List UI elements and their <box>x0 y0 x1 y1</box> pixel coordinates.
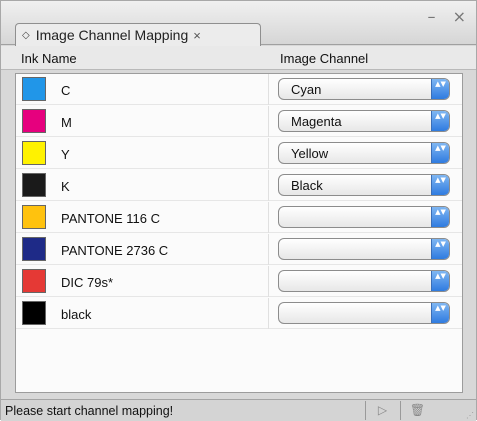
ink-name: PANTONE 116 C <box>61 211 160 226</box>
panel-title-bar: – × ◇ Image Channel Mapping × <box>1 1 476 46</box>
ink-swatch <box>22 205 46 229</box>
column-divider <box>268 234 269 265</box>
table-row[interactable]: black ▲▼ <box>16 298 462 329</box>
panel-menu-icon[interactable]: ◇ <box>22 30 30 41</box>
table-row[interactable]: K Black ▲▼ <box>16 170 462 201</box>
select-stepper-icon[interactable]: ▲▼ <box>431 143 449 163</box>
ink-name: C <box>61 83 71 98</box>
column-divider <box>268 298 269 329</box>
image-channel-value: Yellow <box>291 146 329 161</box>
select-stepper-icon[interactable]: ▲▼ <box>431 207 449 227</box>
image-channel-value: Magenta <box>291 114 342 129</box>
column-divider <box>268 74 269 105</box>
image-channel-select[interactable]: ▲▼ <box>278 302 450 324</box>
select-stepper-icon[interactable]: ▲▼ <box>431 111 449 131</box>
select-stepper-icon[interactable]: ▲▼ <box>431 271 449 291</box>
table-row[interactable]: M Magenta ▲▼ <box>16 106 462 137</box>
table-row[interactable]: Y Yellow ▲▼ <box>16 138 462 169</box>
ink-name: Y <box>61 147 70 162</box>
ink-name: M <box>61 115 72 130</box>
ink-name: K <box>61 179 70 194</box>
ink-name: black <box>61 307 92 322</box>
image-channel-select[interactable]: ▲▼ <box>278 270 450 292</box>
image-channel-select[interactable]: Magenta ▲▼ <box>278 110 450 132</box>
window-controls[interactable]: – × <box>428 7 473 26</box>
status-message: Please start channel mapping! <box>5 404 174 418</box>
column-divider <box>268 106 269 137</box>
image-channel-value: Black <box>291 178 323 193</box>
column-divider <box>268 170 269 201</box>
image-channel-value: Cyan <box>291 82 322 97</box>
ink-swatch <box>22 269 46 293</box>
tab-image-channel-mapping[interactable]: ◇ Image Channel Mapping × <box>15 23 261 46</box>
table-row[interactable]: DIC 79s* ▲▼ <box>16 266 462 297</box>
ink-swatch <box>22 173 46 197</box>
image-channel-select[interactable]: ▲▼ <box>278 206 450 228</box>
select-stepper-icon[interactable]: ▲▼ <box>431 303 449 323</box>
ink-channel-list: C Cyan ▲▼ M Magenta ▲▼ Y Yellow ▲▼ K Black ▲▼ PANTON… <box>15 73 463 393</box>
ink-swatch <box>22 141 46 165</box>
ink-swatch <box>22 109 46 133</box>
image-channel-select[interactable]: Cyan ▲▼ <box>278 78 450 100</box>
table-row[interactable]: PANTONE 116 C ▲▼ <box>16 202 462 233</box>
panel-footer: Please start channel mapping! ▷ 🗑 ⋰ <box>1 399 476 421</box>
image-channel-select[interactable]: Black ▲▼ <box>278 174 450 196</box>
image-channel-select[interactable]: ▲▼ <box>278 238 450 260</box>
image-channel-mapping-panel: – × ◇ Image Channel Mapping × Ink Name I… <box>0 0 477 421</box>
ink-name: PANTONE 2736 C <box>61 243 169 258</box>
resize-grip-icon[interactable]: ⋰ <box>466 411 474 420</box>
ink-swatch <box>22 77 46 101</box>
select-stepper-icon[interactable]: ▲▼ <box>431 175 449 195</box>
tab-label: Image Channel Mapping <box>35 27 189 43</box>
ink-swatch <box>22 237 46 261</box>
play-icon[interactable]: ▷ <box>365 401 399 420</box>
image-channel-select[interactable]: Yellow ▲▼ <box>278 142 450 164</box>
table-row[interactable]: PANTONE 2736 C ▲▼ <box>16 234 462 265</box>
select-stepper-icon[interactable]: ▲▼ <box>431 239 449 259</box>
select-stepper-icon[interactable]: ▲▼ <box>431 79 449 99</box>
ink-swatch <box>22 301 46 325</box>
table-row[interactable]: C Cyan ▲▼ <box>16 74 462 105</box>
ink-name: DIC 79s* <box>61 275 114 290</box>
column-header-ink-name[interactable]: Ink Name <box>21 51 77 66</box>
tab-close-icon[interactable]: × <box>193 28 201 43</box>
delete-icon[interactable]: 🗑 <box>400 401 434 420</box>
column-divider <box>268 138 269 169</box>
column-divider <box>268 266 269 297</box>
column-header: Ink Name Image Channel <box>1 46 476 70</box>
column-header-image-channel[interactable]: Image Channel <box>280 51 368 66</box>
column-divider <box>268 202 269 233</box>
